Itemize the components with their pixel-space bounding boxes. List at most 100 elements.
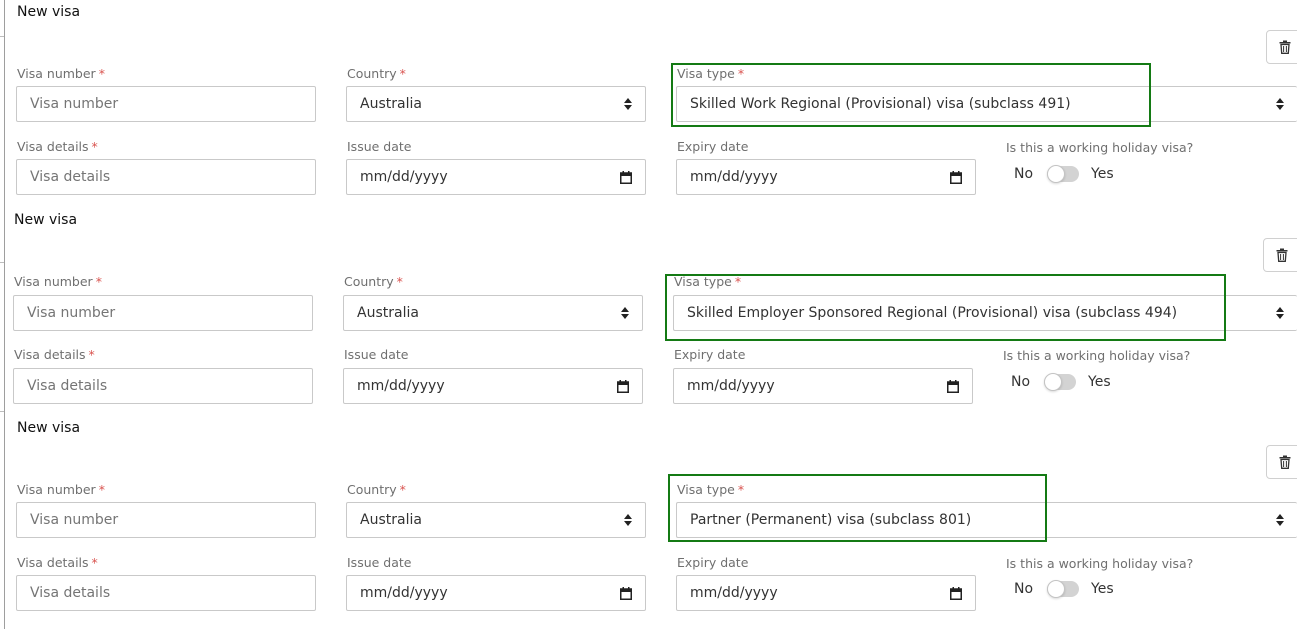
required-mark: *: [737, 66, 745, 81]
issue-date-placeholder: mm/dd/yyyy: [360, 169, 448, 185]
calendar-icon[interactable]: [620, 170, 632, 184]
issue-date-input[interactable]: mm/dd/yyyy: [346, 159, 646, 195]
trash-icon: [1279, 40, 1291, 54]
working-holiday-label: Is this a working holiday visa?: [1006, 556, 1194, 571]
visa-block-2: New visa Visa number * Visa number Countr…: [0, 208, 1297, 413]
calendar-icon[interactable]: [947, 379, 959, 393]
required-mark: *: [95, 274, 102, 289]
trash-icon: [1279, 455, 1291, 469]
visa-details-label: Visa details *: [17, 139, 98, 154]
issue-date-input[interactable]: mm/dd/yyyy: [346, 575, 646, 611]
visa-details-placeholder: Visa details: [27, 378, 108, 394]
expiry-date-input[interactable]: mm/dd/yyyy: [673, 368, 973, 404]
visa-block-title: New visa: [17, 4, 81, 20]
country-select[interactable]: Australia: [346, 86, 646, 122]
select-arrows-icon: [1276, 514, 1284, 526]
visa-type-value: Partner (Permanent) visa (subclass 801): [690, 512, 972, 528]
delete-visa-button[interactable]: [1266, 30, 1297, 64]
calendar-icon[interactable]: [950, 586, 962, 600]
country-select[interactable]: Australia: [346, 502, 646, 538]
delete-visa-button[interactable]: [1266, 445, 1297, 479]
visa-number-input[interactable]: Visa number: [13, 295, 313, 331]
select-arrows-icon: [621, 307, 629, 319]
visa-number-placeholder: Visa number: [30, 96, 119, 112]
working-holiday-toggle-group: No Yes: [1014, 165, 1114, 183]
expiry-date-placeholder: mm/dd/yyyy: [690, 585, 778, 601]
visa-type-select[interactable]: Skilled Work Regional (Provisional) visa…: [676, 86, 1297, 122]
trash-icon: [1276, 248, 1288, 262]
delete-visa-button[interactable]: [1263, 238, 1297, 272]
required-mark: *: [396, 274, 403, 289]
working-holiday-label: Is this a working holiday visa?: [1006, 140, 1194, 155]
working-holiday-toggle-group: No Yes: [1011, 373, 1111, 391]
country-select[interactable]: Australia: [343, 295, 643, 331]
required-mark: *: [399, 66, 406, 81]
expiry-date-label: Expiry date: [677, 139, 749, 154]
visa-type-value: Skilled Employer Sponsored Regional (Pro…: [687, 305, 1178, 321]
calendar-icon[interactable]: [617, 379, 629, 393]
visa-details-input[interactable]: Visa details: [13, 368, 313, 404]
country-value: Australia: [360, 512, 422, 528]
visa-block-3: New visa Visa number * Visa number Countr…: [0, 416, 1297, 621]
issue-date-label: Issue date: [347, 139, 412, 154]
visa-number-placeholder: Visa number: [30, 512, 119, 528]
required-mark: *: [91, 139, 98, 154]
visa-block-1: New visa Visa number * Visa number Countr…: [0, 0, 1297, 205]
visa-number-label: Visa number *: [17, 482, 105, 497]
switch-knob: [1044, 373, 1063, 391]
required-mark: *: [98, 66, 105, 81]
visa-type-select[interactable]: Partner (Permanent) visa (subclass 801): [676, 502, 1297, 538]
expiry-date-input[interactable]: mm/dd/yyyy: [676, 575, 976, 611]
visa-details-input[interactable]: Visa details: [16, 159, 316, 195]
visa-details-placeholder: Visa details: [30, 585, 111, 601]
toggle-yes-label: Yes: [1088, 374, 1111, 390]
visa-block-title: New visa: [17, 420, 81, 436]
calendar-icon[interactable]: [950, 170, 962, 184]
toggle-yes-label: Yes: [1091, 166, 1114, 182]
required-mark: *: [91, 555, 98, 570]
toggle-no-label: No: [1014, 581, 1034, 597]
issue-date-label: Issue date: [347, 555, 412, 570]
working-holiday-switch[interactable]: [1047, 165, 1080, 183]
toggle-no-label: No: [1014, 166, 1034, 182]
country-label: Country *: [347, 482, 406, 497]
country-label: Country *: [347, 66, 406, 81]
visa-type-value: Skilled Work Regional (Provisional) visa…: [690, 96, 1071, 112]
country-value: Australia: [360, 96, 422, 112]
country-value: Australia: [357, 305, 419, 321]
expiry-date-input[interactable]: mm/dd/yyyy: [676, 159, 976, 195]
visa-type-label: Visa type *: [677, 482, 745, 497]
required-mark: *: [98, 482, 105, 497]
working-holiday-toggle-group: No Yes: [1014, 580, 1114, 598]
issue-date-placeholder: mm/dd/yyyy: [357, 378, 445, 394]
required-mark: *: [734, 274, 742, 289]
visa-type-select[interactable]: Skilled Employer Sponsored Regional (Pro…: [673, 295, 1297, 331]
calendar-icon[interactable]: [620, 586, 632, 600]
working-holiday-switch[interactable]: [1047, 580, 1080, 598]
expiry-date-placeholder: mm/dd/yyyy: [687, 378, 775, 394]
select-arrows-icon: [1276, 98, 1284, 110]
toggle-no-label: No: [1011, 374, 1031, 390]
select-arrows-icon: [1276, 307, 1284, 319]
visa-number-placeholder: Visa number: [27, 305, 116, 321]
visa-number-input[interactable]: Visa number: [16, 86, 316, 122]
visa-number-label: Visa number *: [17, 66, 105, 81]
expiry-date-placeholder: mm/dd/yyyy: [690, 169, 778, 185]
select-arrows-icon: [624, 98, 632, 110]
issue-date-label: Issue date: [344, 347, 409, 362]
visa-block-title: New visa: [14, 212, 78, 228]
required-mark: *: [88, 347, 95, 362]
working-holiday-label: Is this a working holiday visa?: [1003, 348, 1191, 363]
visa-number-input[interactable]: Visa number: [16, 502, 316, 538]
visa-details-label: Visa details *: [17, 555, 98, 570]
visa-details-input[interactable]: Visa details: [16, 575, 316, 611]
working-holiday-switch[interactable]: [1044, 373, 1077, 391]
visa-type-label: Visa type *: [677, 66, 745, 81]
expiry-date-label: Expiry date: [674, 347, 746, 362]
expiry-date-label: Expiry date: [677, 555, 749, 570]
issue-date-input[interactable]: mm/dd/yyyy: [343, 368, 643, 404]
switch-knob: [1047, 165, 1066, 183]
issue-date-placeholder: mm/dd/yyyy: [360, 585, 448, 601]
visa-type-label: Visa type *: [674, 274, 742, 289]
switch-knob: [1047, 580, 1066, 598]
